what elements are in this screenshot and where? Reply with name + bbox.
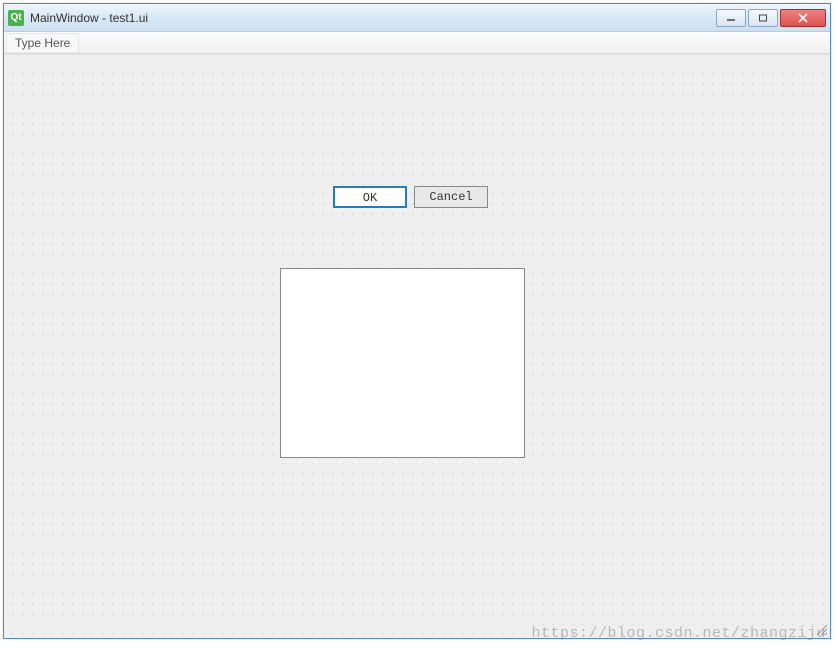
window-title: MainWindow - test1.ui — [30, 11, 716, 25]
qt-app-icon: Qt — [8, 10, 24, 26]
titlebar[interactable]: Qt MainWindow - test1.ui — [4, 4, 830, 32]
menubar[interactable]: Type Here — [4, 32, 830, 54]
close-button[interactable] — [780, 9, 826, 27]
ok-button[interactable]: OK — [333, 186, 407, 208]
cancel-button[interactable]: Cancel — [414, 186, 488, 208]
minimize-button[interactable] — [716, 9, 746, 27]
designer-canvas[interactable]: OK Cancel — [4, 54, 830, 638]
resize-grip-icon[interactable] — [814, 622, 828, 636]
text-edit-widget[interactable] — [280, 268, 525, 458]
menu-type-here-placeholder[interactable]: Type Here — [6, 33, 79, 53]
maximize-button[interactable] — [748, 9, 778, 27]
window-controls — [716, 9, 826, 27]
main-window: Qt MainWindow - test1.ui Type Here OK Ca… — [3, 3, 831, 639]
